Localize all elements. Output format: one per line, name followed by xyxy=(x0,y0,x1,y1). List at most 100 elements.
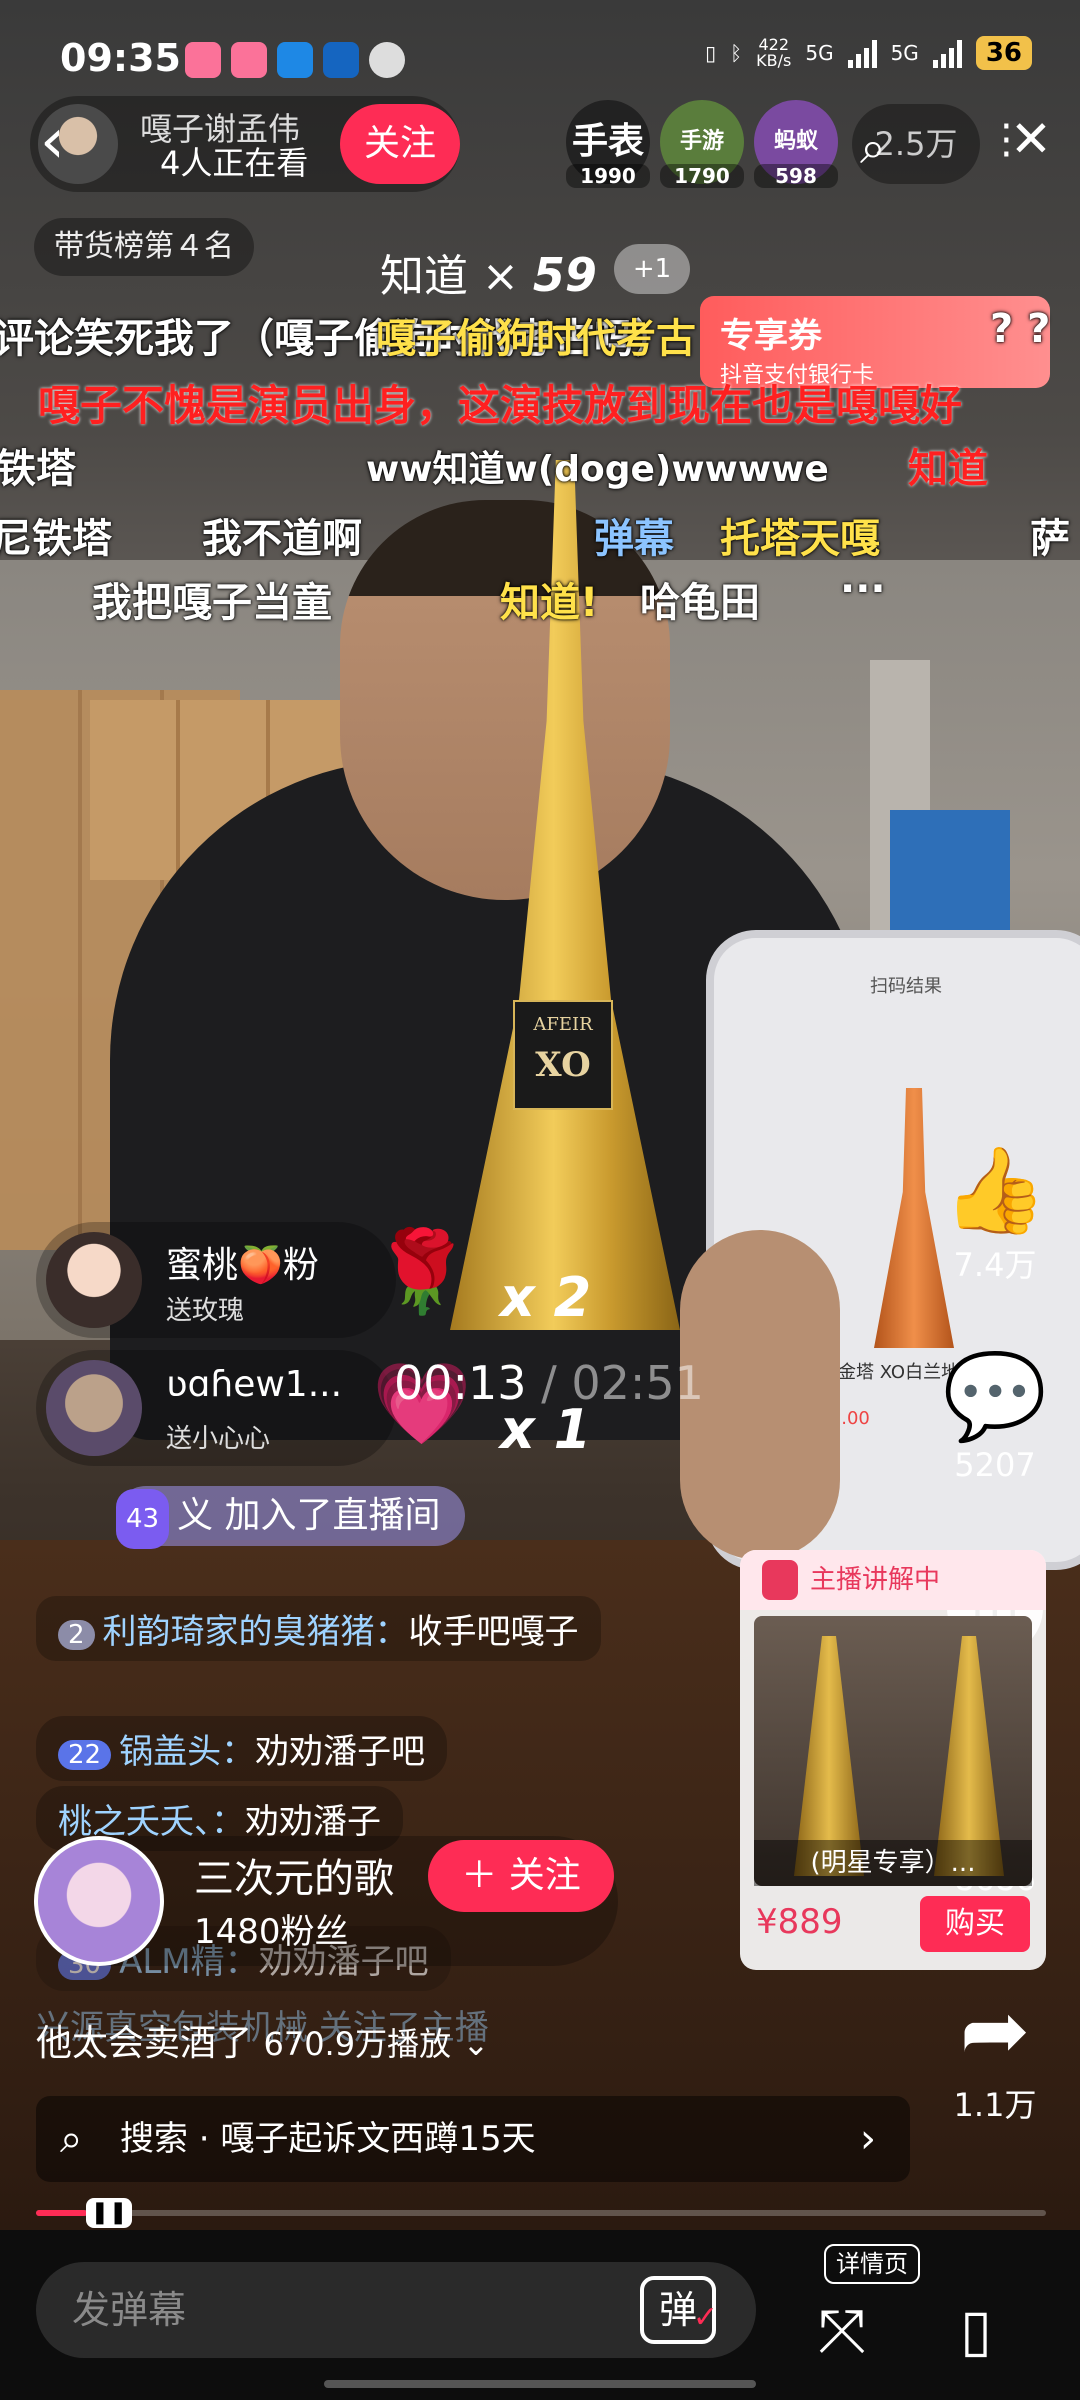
gifter-avatar[interactable]: 手表 1990 xyxy=(566,100,650,188)
combo-word: 知道 xyxy=(380,251,468,302)
danmaku: 我不道啊 xyxy=(202,516,362,562)
detail-page-label[interactable]: 详情页 xyxy=(824,2244,920,2284)
video-info[interactable]: 他太会卖酒了 670.9万播放 ⌄ xyxy=(36,2014,489,2066)
chat-text: 收手吧嘎子 xyxy=(408,1612,579,1652)
search-text: 搜索 · 嘎子起诉文西蹲15天 xyxy=(120,2119,536,2159)
gift-desc: 送玫瑰 xyxy=(166,1296,245,1326)
comment-icon[interactable]: 💬 xyxy=(940,1346,1050,1446)
video-title: 他太会卖酒了 xyxy=(36,2023,253,2064)
like-count: 7.4万 xyxy=(953,1246,1037,1284)
bottle-label: AFEIR XO xyxy=(513,1000,613,1110)
thumbs-up-icon[interactable]: 👍 xyxy=(940,1140,1050,1240)
follow-creator-button[interactable]: ＋ 关注 xyxy=(428,1840,614,1912)
sales-rank-badge[interactable]: 带货榜第４名 xyxy=(34,218,254,276)
danmaku-toggle[interactable]: 弹 ✓ xyxy=(640,2276,718,2344)
battery-indicator: 36 xyxy=(975,36,1032,70)
join-notice: 43 义 加入了直播间 xyxy=(116,1486,465,1549)
danmaku-toggle-label: 弹 xyxy=(658,2288,697,2332)
danmaku: 尼铁塔 xyxy=(0,516,112,562)
combo-count: 59 xyxy=(532,248,597,302)
chat-message[interactable]: 22 锅盖头：劝劝潘子吧 xyxy=(36,1716,448,1781)
gifter-score: 1790 xyxy=(660,164,744,188)
gifter-label: 蚂蚁 xyxy=(773,129,818,154)
chat-bubble: 2 利韵琦家的臭猪猪：收手吧嘎子 xyxy=(36,1596,601,1661)
level-badge: 43 xyxy=(116,1489,170,1549)
gift-notice: ʋɑɦew1... 送小心心 xyxy=(36,1350,396,1466)
gifter-label: 手游 xyxy=(679,129,724,154)
chat-user: 锅盖头 xyxy=(119,1732,222,1772)
product-caption: (明星专享）... xyxy=(754,1840,1032,1886)
coupon-title: 专享券 xyxy=(720,316,822,356)
danmaku: 托塔天嘎 xyxy=(720,516,880,562)
gift-multiplier: x 2 xyxy=(500,1266,592,1329)
gifter-avatar[interactable] xyxy=(46,1232,142,1328)
signal-icon xyxy=(847,38,877,68)
comment-count: 5207 xyxy=(954,1446,1036,1484)
creator-fans: 1480粉丝 xyxy=(194,1912,349,1952)
back-icon[interactable]: ‹ xyxy=(40,110,65,172)
lock-icon xyxy=(762,1560,798,1600)
signal-icon xyxy=(932,38,962,68)
viewer-count: 4人正在看 xyxy=(160,144,309,182)
fullscreen-icon[interactable]: ⤧ xyxy=(818,2296,866,2366)
net-speed: 422 KB/s xyxy=(756,37,791,69)
product-card[interactable]: 主播讲解中 (明星专享）... ¥889 购买 xyxy=(740,1550,1046,1970)
gifter-score: 598 xyxy=(754,164,838,188)
gifter-avatar[interactable]: 蚂蚁 598 xyxy=(754,100,838,188)
gifter-score: 1990 xyxy=(566,164,650,188)
like-action[interactable]: 👍 7.4万 xyxy=(940,1140,1050,1286)
search-icon[interactable]: ⌕ xyxy=(860,120,886,176)
danmaku: 弹幕 xyxy=(594,516,674,562)
phone-screen-title: 扫码结果 xyxy=(870,976,942,997)
product-price: ¥889 xyxy=(756,1902,843,1942)
danmaku: 知道! xyxy=(500,580,599,626)
chat-user: 利韵琦家的臭猪猪 xyxy=(102,1612,375,1652)
app-icon xyxy=(323,42,359,78)
gift-notice: 蜜桃🍑粉 送玫瑰 xyxy=(36,1222,396,1338)
creator-name: 三次元的歌 xyxy=(194,1856,394,1902)
app-icon xyxy=(277,42,313,78)
bilibili-icon xyxy=(231,42,267,78)
creator-avatar[interactable] xyxy=(34,1836,164,1966)
live-stream-screen: AFEIR XO 扫码结果 爱菲尔金塔 XO白兰地 ¥1988.00 09:35… xyxy=(0,0,1080,2400)
gifter-label: 手表 xyxy=(571,121,644,162)
bilibili-icon xyxy=(185,42,221,78)
share-icon[interactable]: ➦ xyxy=(940,1980,1050,2080)
pause-icon[interactable]: ❚❚ xyxy=(86,2198,132,2228)
search-icon: ⌕ xyxy=(60,2116,83,2162)
danmaku: ? ? xyxy=(990,306,1051,352)
home-indicator[interactable] xyxy=(324,2380,756,2388)
follow-host-button[interactable]: 关注 xyxy=(340,104,460,184)
chat-bubble: 22 锅盖头：劝劝潘子吧 xyxy=(36,1716,448,1781)
bottle-brand: AFEIR xyxy=(533,1014,593,1035)
danmaku: 我把嘎子当童 xyxy=(92,580,332,626)
danmaku: 嘎子不愧是演员出身，这演技放到现在也是嘎嘎好 xyxy=(38,381,963,430)
screen-cast-icon[interactable]: ▯ xyxy=(960,2296,992,2364)
chevron-down-icon[interactable]: ⌄ xyxy=(463,2025,490,2063)
timer-current: 00:13 xyxy=(394,1356,527,1410)
chat-text: 劝劝潘子吧 xyxy=(255,1732,426,1772)
chat-message[interactable]: 2 利韵琦家的臭猪猪：收手吧嘎子 xyxy=(36,1596,676,1661)
danmaku: 铁塔 xyxy=(0,446,76,492)
gift-desc: 送小心心 xyxy=(166,1424,271,1454)
search-bar[interactable]: ⌕ 搜索 · 嘎子起诉文西蹲15天 › xyxy=(36,2096,910,2182)
comment-action[interactable]: 💬 5207 xyxy=(940,1346,1050,1484)
timer-total: 02:51 xyxy=(571,1356,704,1410)
close-icon[interactable]: ✕ xyxy=(1010,110,1052,168)
more-icon[interactable]: · · · xyxy=(1000,107,1013,175)
like-combo: 知道 × 59 xyxy=(380,240,597,304)
plus-one-button[interactable]: +1 xyxy=(614,244,690,294)
chevron-right-icon[interactable]: › xyxy=(860,2096,876,2182)
danmaku: 萨 xyxy=(1030,516,1070,562)
level-badge: 22 xyxy=(58,1740,112,1770)
net-speed-unit: KB/s xyxy=(756,51,792,70)
progress-bar[interactable] xyxy=(36,2210,1046,2216)
vibrate-icon: ▯ xyxy=(705,41,717,65)
gifter-avatar[interactable] xyxy=(46,1360,142,1456)
share-action[interactable]: ➦ 1.1万 xyxy=(940,1980,1050,2126)
share-count: 1.1万 xyxy=(953,2086,1037,2124)
sim1-label: 5G xyxy=(805,41,834,65)
gifter-avatar[interactable]: 手游 1790 xyxy=(660,100,744,188)
system-indicators: ▯ ᛒ 422 KB/s 5G 5G 36 xyxy=(705,36,1032,70)
buy-button[interactable]: 购买 xyxy=(920,1896,1030,1952)
